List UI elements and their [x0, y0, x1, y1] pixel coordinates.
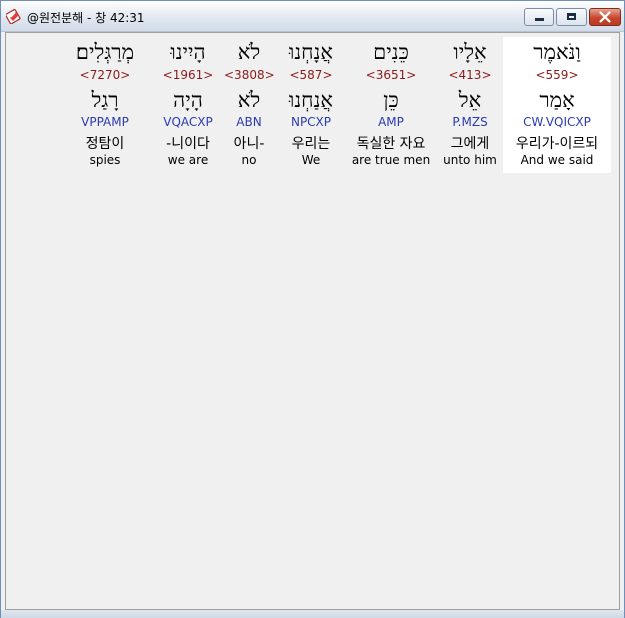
morphology-code[interactable]: VPPAMP: [72, 115, 138, 129]
interlinear-panel: וַנֹּאמֶר <559> אָמַר CW.VQICXP 우리가-이르되 …: [5, 32, 620, 610]
morphology-code[interactable]: ABN: [224, 115, 274, 129]
hebrew-lemma: רָגַל: [91, 88, 119, 112]
app-icon: [5, 8, 22, 25]
hebrew-lemma: אֲנַחְנוּ: [288, 88, 334, 112]
window-bottom-border: [1, 610, 624, 618]
close-icon: [599, 11, 611, 23]
korean-gloss: -니이다: [166, 136, 210, 152]
hebrew-word: אֲנָחְנוּ: [288, 40, 334, 64]
morphology-code[interactable]: VQACXP: [156, 115, 220, 129]
morphology-code[interactable]: P.MZS: [438, 115, 502, 129]
english-gloss: unto him: [443, 153, 497, 167]
title-bar[interactable]: @원전분해 - 창 42:31: [1, 1, 624, 32]
window-title: @원전분해 - 창 42:31: [27, 11, 145, 25]
morphology-code[interactable]: CW.VQICXP: [503, 115, 611, 129]
app-window: @원전분해 - 창 42:31 וַנֹּאמֶר <559> אָמַר CW…: [0, 0, 625, 618]
hebrew-lemma: אֵל: [458, 88, 482, 112]
english-gloss: We: [301, 153, 321, 167]
maximize-icon: [567, 13, 576, 20]
hebrew-word: וַנֹּאמֶר: [533, 40, 581, 64]
hebrew-word: אֵלָיו: [453, 40, 487, 64]
hebrew-lemma: לֹא: [237, 88, 261, 112]
korean-gloss: 정탐이: [85, 136, 125, 152]
minimize-button[interactable]: [524, 8, 554, 26]
strong-number[interactable]: <1961>: [156, 68, 220, 82]
close-button[interactable]: [589, 8, 621, 26]
hebrew-word: מְרַגְּלִים׃: [75, 40, 135, 64]
english-gloss: spies: [89, 153, 121, 167]
strong-number[interactable]: <7270>: [72, 68, 138, 82]
english-gloss: And we said: [520, 153, 594, 167]
word-column[interactable]: הָיִינוּ <1961> הָיָה VQACXP -니이다 we are: [156, 37, 220, 173]
english-gloss: are true men: [351, 153, 431, 167]
hebrew-lemma: אָמַר: [539, 88, 575, 112]
maximize-button[interactable]: [556, 8, 587, 26]
strong-number[interactable]: <413>: [438, 68, 502, 82]
english-gloss: we are: [167, 153, 209, 167]
word-column[interactable]: מְרַגְּלִים׃ <7270> רָגַל VPPAMP 정탐이 spi…: [72, 37, 138, 173]
korean-gloss: 독실한 자요: [356, 136, 426, 152]
korean-gloss: 아니-: [233, 136, 265, 152]
word-column[interactable]: אֲנָחְנוּ <587> אֲנַחְנוּ NPCXP 우리는 We: [277, 37, 345, 173]
strong-number[interactable]: <587>: [277, 68, 345, 82]
word-column[interactable]: כֵּנִים <3651> כֵּן AMP 독실한 자요 are true …: [346, 37, 436, 173]
hebrew-lemma: הָיָה: [173, 88, 203, 112]
morphology-code[interactable]: AMP: [346, 115, 436, 129]
korean-gloss: 그에게: [450, 136, 490, 152]
morphology-code[interactable]: NPCXP: [277, 115, 345, 129]
strong-number[interactable]: <559>: [503, 68, 611, 82]
english-gloss: no: [241, 153, 257, 167]
korean-gloss: 우리는: [291, 136, 331, 152]
strong-number[interactable]: <3651>: [346, 68, 436, 82]
hebrew-word: הָיִינוּ: [170, 40, 206, 64]
hebrew-word: לֹא: [237, 40, 261, 64]
minimize-icon: [535, 18, 544, 21]
korean-gloss: 우리가-이르되: [515, 136, 599, 152]
word-column[interactable]: לֹא <3808> לֹא ABN 아니- no: [224, 37, 275, 173]
strong-number[interactable]: <3808>: [224, 68, 275, 82]
hebrew-lemma: כֵּן: [383, 88, 399, 112]
word-column[interactable]: וַנֹּאמֶר <559> אָמַר CW.VQICXP 우리가-이르되 …: [503, 37, 611, 173]
hebrew-word: כֵּנִים: [373, 40, 409, 64]
word-column[interactable]: אֵלָיו <413> אֵל P.MZS 그에게 unto him: [438, 37, 502, 173]
